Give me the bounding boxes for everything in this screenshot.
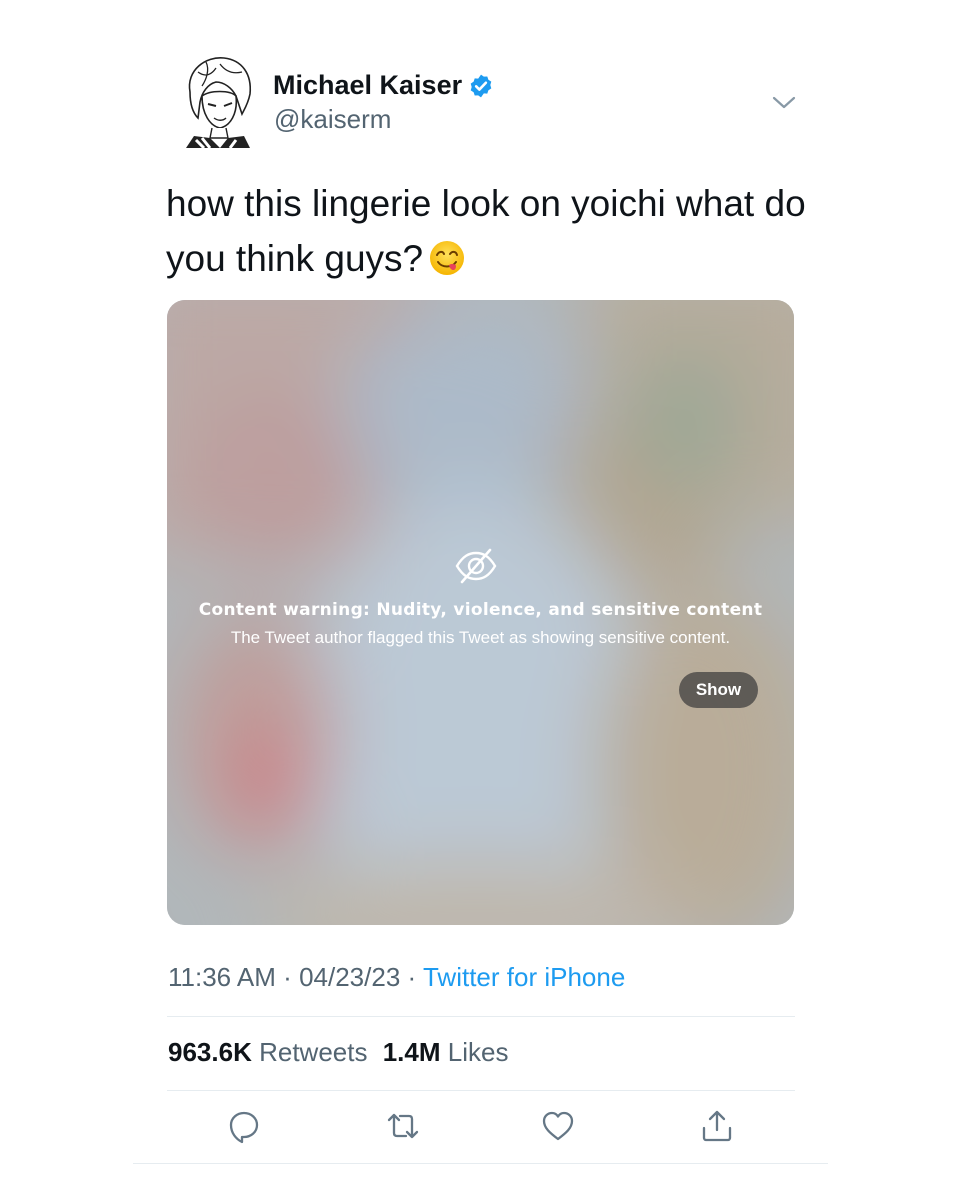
avatar[interactable]	[176, 52, 260, 148]
reply-icon	[229, 1111, 259, 1144]
divider	[167, 1016, 795, 1017]
tweet-meta: 11:36 AM · 04/23/23 · Twitter for iPhone	[168, 962, 625, 993]
author-handle[interactable]: @kaiserm	[274, 104, 391, 135]
show-media-button[interactable]: Show	[679, 672, 758, 708]
eye-slash-icon	[454, 546, 498, 586]
author-name-row[interactable]: Michael Kaiser	[273, 70, 494, 101]
share-icon	[702, 1110, 732, 1142]
tweet-body: how this lingerie look on yoichi what do…	[166, 183, 806, 279]
retweets-label: Retweets	[259, 1037, 368, 1067]
retweets-stat[interactable]: 963.6K Retweets	[168, 1037, 375, 1067]
likes-count: 1.4M	[382, 1037, 441, 1067]
author-name[interactable]: Michael Kaiser	[273, 70, 462, 101]
likes-stat[interactable]: 1.4M Likes	[383, 1037, 517, 1067]
tweet-stats: 963.6K Retweets 1.4M Likes	[168, 1037, 516, 1068]
heart-icon	[542, 1111, 574, 1141]
more-options-chevron-icon[interactable]	[770, 90, 798, 114]
tweet-date[interactable]: 04/23/23	[299, 962, 400, 992]
divider	[167, 1090, 795, 1091]
tweet-text: how this lingerie look on yoichi what do…	[166, 176, 806, 286]
tweet: Michael Kaiser @kaiserm how this lingeri…	[0, 0, 960, 1200]
verified-badge-icon	[470, 74, 492, 97]
retweet-icon	[387, 1113, 419, 1139]
meta-separator: ·	[283, 962, 292, 992]
like-button[interactable]	[540, 1108, 576, 1144]
face-savoring-food-emoji	[430, 241, 465, 275]
share-button[interactable]	[699, 1108, 735, 1144]
retweet-button[interactable]	[385, 1108, 421, 1144]
content-warning-subtitle: The Tweet author flagged this Tweet as s…	[230, 628, 731, 647]
tweet-time[interactable]: 11:36 AM	[168, 962, 276, 992]
tweet-source-link[interactable]: Twitter for iPhone	[423, 962, 625, 992]
likes-label: Likes	[447, 1037, 509, 1067]
retweets-count: 963.6K	[168, 1037, 252, 1067]
avatar-illustration	[176, 52, 260, 148]
meta-separator: ·	[407, 962, 417, 992]
sensitive-media[interactable]: Content warning: Nudity, violence, and s…	[167, 300, 794, 925]
content-warning-title: Content warning: Nudity, violence, and s…	[198, 600, 763, 620]
divider	[133, 1163, 828, 1164]
reply-button[interactable]	[226, 1108, 262, 1144]
